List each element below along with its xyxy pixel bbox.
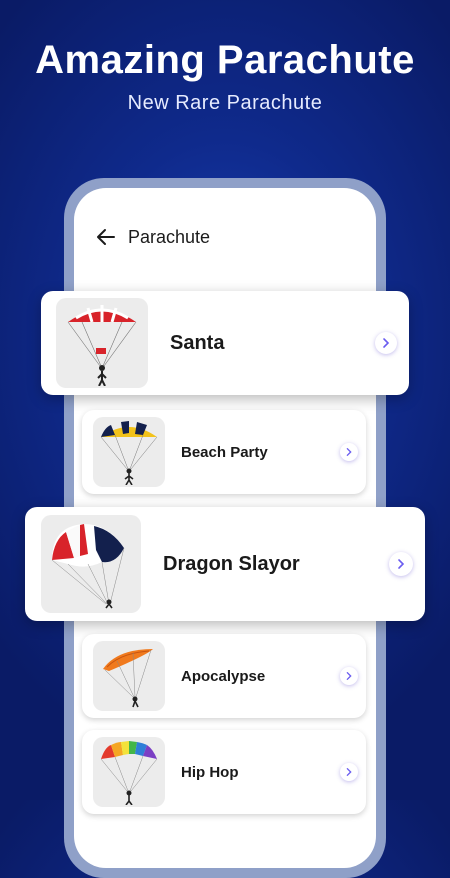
chevron-right-icon[interactable] [340,763,358,781]
thumbnail [93,737,165,807]
item-name: Apocalypse [181,667,266,685]
parachute-red-white-icon [67,305,137,386]
app-bar: Parachute [94,222,210,252]
item-name: Hip Hop [181,763,239,781]
list-item-santa[interactable]: Santa [41,291,409,395]
parachute-red-white-navy-icon [51,524,125,609]
promo-subhead: New Rare Parachute [127,92,323,114]
arrow-left-icon[interactable] [94,225,118,249]
list-item-apocalypse[interactable]: Apocalypse [82,634,366,718]
item-name: Santa [170,331,225,354]
list-item-hip-hop[interactable]: Hip Hop [82,730,366,814]
list-item-beach-party[interactable]: Beach Party [82,410,366,494]
chevron-right-icon[interactable] [389,552,413,576]
thumbnail [41,515,141,613]
thumbnail [93,641,165,711]
chevron-right-icon[interactable] [375,332,397,354]
page-title: Parachute [128,226,211,247]
parachute-rainbow-icon [100,741,158,805]
item-name: Beach Party [181,443,268,461]
chevron-right-icon[interactable] [340,443,358,461]
paraglider-orange-icon [103,649,153,708]
promo-headline: Amazing Parachute [35,38,415,82]
thumbnail [93,417,165,487]
thumbnail [56,298,148,388]
item-name: Dragon Slayor [163,552,300,575]
list-item-dragon-slayor[interactable]: Dragon Slayor [25,507,425,621]
chevron-right-icon[interactable] [340,667,358,685]
parachute-yellow-navy-icon [100,421,158,485]
